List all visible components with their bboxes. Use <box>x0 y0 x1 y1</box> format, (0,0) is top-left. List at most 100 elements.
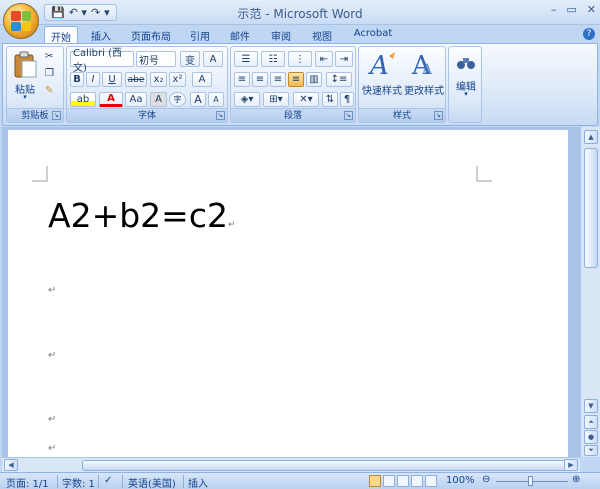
cut-icon[interactable]: ✂ <box>45 51 53 62</box>
paragraph-group: ☰ ☷ ⋮ ⇤ ⇥ ≡ ≡ ≡ ≡ ▥ ↕≡ ◈▾ ⊞▾ ✕▾ ⇅ ¶ 段落 ↘ <box>230 46 356 123</box>
status-bar: 页面: 1/1 字数: 1 ✓ 英语(美国) 插入 100% ⊖ ⊕ <box>0 472 600 489</box>
page-count[interactable]: 页面: 1/1 <box>6 475 49 489</box>
copy-icon[interactable]: ❐ <box>45 68 54 79</box>
proofing-icon[interactable]: ✓ <box>104 475 112 486</box>
paragraph-mark-icon: ↵ <box>48 414 57 425</box>
print-layout-icon[interactable] <box>369 475 381 487</box>
paste-icon <box>14 51 37 78</box>
quick-styles-button[interactable]: A 快速样式 <box>361 50 403 108</box>
horizontal-scroll-thumb[interactable] <box>82 460 572 471</box>
zoom-level[interactable]: 100% <box>446 475 475 486</box>
tab-acrobat[interactable]: Acrobat <box>350 26 396 43</box>
clear-formatting-button[interactable]: A <box>192 72 212 87</box>
editing-button[interactable]: 编辑 ▾ <box>451 50 481 108</box>
sort-icon[interactable]: ⇅ <box>322 92 338 107</box>
line-spacing-icon[interactable]: ↕≡ <box>326 72 352 87</box>
insert-mode-indicator[interactable]: 插入 <box>188 475 208 489</box>
grow-font-button[interactable]: A <box>190 92 206 107</box>
phonetic-guide-button[interactable]: 变 <box>180 51 200 67</box>
tab-home[interactable]: 开始 <box>44 26 78 44</box>
quick-styles-icon: A <box>368 51 395 78</box>
language-indicator[interactable]: 英语(美国) <box>128 475 176 489</box>
restore-button[interactable]: ▭ <box>566 3 576 16</box>
align-left-icon[interactable]: ≡ <box>234 72 250 87</box>
borders-icon[interactable]: ⊞▾ <box>263 92 289 107</box>
minimize-button[interactable]: – <box>551 3 557 16</box>
previous-page-icon[interactable]: ⏶ <box>584 415 598 429</box>
justify-icon[interactable]: ≡ <box>288 72 304 87</box>
paragraph-launcher-icon[interactable]: ↘ <box>344 111 353 120</box>
styles-launcher-icon[interactable]: ↘ <box>434 111 443 120</box>
chinese-layout-icon[interactable]: ✕▾ <box>293 92 319 107</box>
shading-icon[interactable]: ◈▾ <box>234 92 260 107</box>
window-controls: – ▭ ✕ <box>551 3 596 16</box>
scroll-up-icon[interactable]: ▲ <box>584 130 598 144</box>
office-button[interactable] <box>3 3 39 39</box>
find-binoculars-icon <box>457 58 475 69</box>
clipboard-launcher-icon[interactable]: ↘ <box>52 111 61 120</box>
bold-button[interactable]: B <box>70 72 84 87</box>
help-icon[interactable]: ? <box>583 28 595 40</box>
strikethrough-button[interactable]: abe <box>125 72 147 87</box>
font-group: Calibri (西文) 初号 变 A B I U abe x₂ x² A ab… <box>66 46 228 123</box>
tab-mailings[interactable]: 邮件 <box>225 26 255 43</box>
scroll-left-icon[interactable]: ◀ <box>4 459 18 471</box>
tab-references[interactable]: 引用 <box>185 26 215 43</box>
bullets-icon[interactable]: ☰ <box>234 51 258 67</box>
font-launcher-icon[interactable]: ↘ <box>216 111 225 120</box>
italic-button[interactable]: I <box>86 72 100 87</box>
svg-text:A: A <box>421 62 433 78</box>
close-button[interactable]: ✕ <box>587 3 596 16</box>
outline-view-icon[interactable] <box>411 475 423 487</box>
vertical-scroll-thumb[interactable] <box>584 148 598 268</box>
draft-view-icon[interactable] <box>425 475 437 487</box>
document-area: A2+b2=c2↵ ↵ ↵ ↵ ↵ <box>2 127 580 460</box>
tab-view[interactable]: 视图 <box>307 26 337 43</box>
superscript-button[interactable]: x² <box>169 72 186 87</box>
paste-button[interactable]: 粘贴 ▾ <box>11 51 39 107</box>
underline-button[interactable]: U <box>102 72 122 87</box>
ribbon: 粘贴 ▾ ✂ ❐ ✎ 剪贴板 ↘ Calibri (西文) 初号 变 A B I… <box>2 43 598 126</box>
numbering-icon[interactable]: ☷ <box>261 51 285 67</box>
tab-insert[interactable]: 插入 <box>84 26 118 43</box>
horizontal-scrollbar[interactable]: ◀ ▶ <box>2 457 580 472</box>
enclose-characters-button[interactable]: 字 <box>169 92 186 107</box>
character-shading-button[interactable]: A <box>150 92 167 107</box>
quick-styles-label: 快速样式 <box>362 86 402 97</box>
change-styles-button[interactable]: A A 更改样式 <box>403 50 445 108</box>
next-page-icon[interactable]: ⏷ <box>584 445 598 456</box>
scroll-right-icon[interactable]: ▶ <box>564 459 578 471</box>
zoom-slider-thumb[interactable] <box>528 476 533 486</box>
show-marks-icon[interactable]: ¶ <box>340 92 354 107</box>
subscript-button[interactable]: x₂ <box>150 72 167 87</box>
tab-page-layout[interactable]: 页面布局 <box>126 26 176 43</box>
font-color-button[interactable]: A <box>99 92 123 107</box>
distributed-icon[interactable]: ▥ <box>306 72 322 87</box>
character-border-button[interactable]: A <box>203 51 223 67</box>
increase-indent-icon[interactable]: ⇥ <box>335 51 353 67</box>
window-title: 示范 - Microsoft Word <box>237 7 363 21</box>
word-count[interactable]: 字数: 1 <box>62 475 95 489</box>
tab-review[interactable]: 审阅 <box>266 26 296 43</box>
paragraph-mark-icon: ↵ <box>48 285 57 296</box>
decrease-indent-icon[interactable]: ⇤ <box>315 51 333 67</box>
align-center-icon[interactable]: ≡ <box>252 72 268 87</box>
align-right-icon[interactable]: ≡ <box>270 72 286 87</box>
editing-dropdown-icon: ▾ <box>464 90 468 98</box>
font-name-select[interactable]: Calibri (西文) <box>70 48 134 74</box>
highlight-button[interactable]: ab <box>70 92 96 107</box>
vertical-scrollbar[interactable]: ▲ ▼ ⏶ ● ⏷ <box>580 127 600 457</box>
zoom-in-icon[interactable]: ⊕ <box>572 474 580 485</box>
full-screen-reading-icon[interactable] <box>383 475 395 487</box>
change-case-button[interactable]: Aa <box>125 92 147 107</box>
scroll-down-icon[interactable]: ▼ <box>584 399 598 413</box>
web-layout-icon[interactable] <box>397 475 409 487</box>
browse-object-icon[interactable]: ● <box>584 430 598 444</box>
shrink-font-button[interactable]: A <box>208 92 224 107</box>
document-page[interactable]: A2+b2=c2↵ ↵ ↵ ↵ ↵ <box>8 130 568 460</box>
multilevel-list-icon[interactable]: ⋮ <box>288 51 312 67</box>
format-painter-icon[interactable]: ✎ <box>45 85 53 96</box>
font-size-select[interactable]: 初号 <box>136 51 176 67</box>
document-text[interactable]: A2+b2=c2↵ <box>48 196 236 235</box>
zoom-out-icon[interactable]: ⊖ <box>482 474 490 485</box>
